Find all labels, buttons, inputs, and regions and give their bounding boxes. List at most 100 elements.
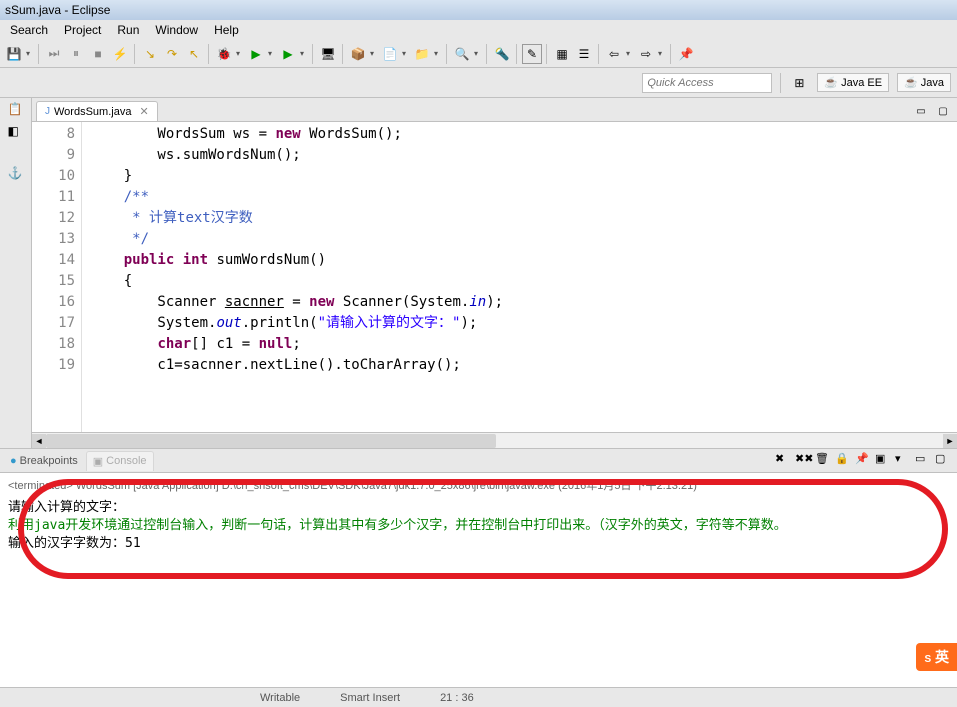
dropdown-icon[interactable]: ▾: [474, 49, 482, 58]
horizontal-scrollbar[interactable]: ◄ ►: [32, 432, 957, 448]
code-editor[interactable]: 8 9 10 11 12 13 14 15 16 17 18 19 WordsS…: [32, 122, 957, 432]
disconnect-icon[interactable]: ⚡: [110, 44, 130, 64]
breakpoint-icon: ●: [10, 455, 17, 467]
line-gutter: 8 9 10 11 12 13 14 15 16 17 18 19: [32, 122, 82, 432]
menu-project[interactable]: Project: [56, 21, 109, 39]
display-console-icon[interactable]: ▣: [875, 452, 893, 470]
tab-breakpoints[interactable]: ● Breakpoints: [4, 452, 84, 470]
line-num: 10: [32, 166, 75, 187]
package-explorer-icon[interactable]: 📋: [8, 102, 24, 118]
menu-search[interactable]: Search: [2, 21, 56, 39]
new-folder-icon[interactable]: 📁: [412, 44, 432, 64]
quick-access-input[interactable]: [642, 73, 772, 93]
editor-area: J WordsSum.java ✕ ▭ ▢ 8 9 10 11 12 13 14…: [32, 98, 957, 448]
minimize-icon[interactable]: ▭: [915, 452, 933, 470]
stop-icon[interactable]: ■: [88, 44, 108, 64]
separator: [780, 73, 781, 93]
perspective-javaee[interactable]: ☕ Java EE: [817, 73, 889, 92]
dropdown-icon[interactable]: ▾: [370, 49, 378, 58]
navigator-icon[interactable]: ◧: [8, 124, 24, 140]
debug-icon[interactable]: 🐞: [214, 44, 234, 64]
minimize-icon[interactable]: ▭: [911, 101, 931, 121]
skip-icon[interactable]: ⏭: [44, 44, 64, 64]
status-writable: Writable: [240, 692, 320, 704]
outline-icon[interactable]: ▦: [552, 44, 572, 64]
scroll-thumb[interactable]: [46, 434, 496, 448]
separator: [312, 44, 314, 64]
console-line-input: 利用java开发环境通过控制台输入，判断一句话，计算出其中有多少个汉字，并在控制…: [8, 517, 949, 535]
main-toolbar: 💾 ▾ ⏭ ⏸ ■ ⚡ ↘ ↷ ↖ 🐞 ▾ ▶ ▾ ▶ ▾ 🖥 📦 ▾ 📄 ▾ …: [0, 40, 957, 68]
search-icon[interactable]: 🔦: [492, 44, 512, 64]
step-over-icon[interactable]: ↷: [162, 44, 182, 64]
line-num: 8: [32, 124, 75, 145]
remove-all-icon[interactable]: ✖✖: [795, 452, 813, 470]
window-title: sSum.java - Eclipse: [5, 3, 110, 17]
line-num: 12: [32, 208, 75, 229]
main-area: 📋 ◧ ⚓ J WordsSum.java ✕ ▭ ▢ 8 9 10 11 12: [0, 98, 957, 448]
editor-tab-wordssum[interactable]: J WordsSum.java ✕: [36, 101, 158, 121]
save-icon[interactable]: 💾: [4, 44, 24, 64]
status-position: 21 : 36: [420, 692, 494, 704]
dropdown-icon[interactable]: ▾: [300, 49, 308, 58]
menu-help[interactable]: Help: [206, 21, 247, 39]
tab-console[interactable]: ▣ Console: [86, 451, 154, 471]
left-sidebar: 📋 ◧ ⚓: [0, 98, 32, 448]
new-package-icon[interactable]: 📦: [348, 44, 368, 64]
pin-icon[interactable]: 📌: [676, 44, 696, 64]
line-num: 16: [32, 292, 75, 313]
separator: [208, 44, 210, 64]
line-num: 15: [32, 271, 75, 292]
dropdown-icon[interactable]: ▾: [402, 49, 410, 58]
close-icon[interactable]: ✕: [139, 105, 148, 118]
dropdown-icon[interactable]: ▾: [658, 49, 666, 58]
maximize-icon[interactable]: ▢: [933, 101, 953, 121]
dropdown-icon[interactable]: ▾: [434, 49, 442, 58]
pause-icon[interactable]: ⏸: [66, 44, 86, 64]
dropdown-icon[interactable]: ▾: [626, 49, 634, 58]
scroll-left-icon[interactable]: ◄: [32, 434, 46, 448]
console-output[interactable]: 请输入计算的文字： 利用java开发环境通过控制台输入，判断一句话，计算出其中有…: [0, 497, 957, 555]
dropdown-icon[interactable]: ▾: [236, 49, 244, 58]
scroll-lock-icon[interactable]: 🔒: [835, 452, 853, 470]
run-icon[interactable]: ▶: [246, 44, 266, 64]
console-toolbar: ✖ ✖✖ 🗑 🔒 📌 ▣ ▾ ▭ ▢: [775, 452, 953, 470]
line-num: 13: [32, 229, 75, 250]
line-num: 17: [32, 313, 75, 334]
javaee-icon: ☕: [824, 76, 838, 89]
clear-icon[interactable]: 🗑: [815, 452, 833, 470]
remove-launch-icon[interactable]: ✖: [775, 452, 793, 470]
code-content[interactable]: WordsSum ws = new WordsSum(); ws.sumWord…: [82, 122, 957, 432]
pin-console-icon[interactable]: 📌: [855, 452, 873, 470]
tasks-icon[interactable]: ☰: [574, 44, 594, 64]
step-return-icon[interactable]: ↖: [184, 44, 204, 64]
nav-icon[interactable]: ⇦: [604, 44, 624, 64]
hierarchy-icon[interactable]: ⚓: [8, 166, 24, 182]
separator: [486, 44, 488, 64]
maximize-icon[interactable]: ▢: [935, 452, 953, 470]
open-perspective-icon[interactable]: ⊞: [789, 73, 809, 93]
menu-run[interactable]: Run: [109, 21, 147, 39]
scroll-right-icon[interactable]: ►: [943, 434, 957, 448]
line-num: 18: [32, 334, 75, 355]
new-server-icon[interactable]: 🖥: [318, 44, 338, 64]
dropdown-icon[interactable]: ▾: [268, 49, 276, 58]
step-into-icon[interactable]: ↘: [140, 44, 160, 64]
open-type-icon[interactable]: 🔍: [452, 44, 472, 64]
nav-icon[interactable]: ⇨: [636, 44, 656, 64]
perspective-java[interactable]: ☕ Java: [897, 73, 951, 92]
toggle-mark-icon[interactable]: ✎: [522, 44, 542, 64]
menu-window[interactable]: Window: [147, 21, 206, 39]
separator: [134, 44, 136, 64]
new-class-icon[interactable]: 📄: [380, 44, 400, 64]
status-insert: Smart Insert: [320, 692, 420, 704]
run-last-icon[interactable]: ▶: [278, 44, 298, 64]
open-console-icon[interactable]: ▾: [895, 452, 913, 470]
bottom-tabs: ● Breakpoints ▣ Console ✖ ✖✖ 🗑 🔒 📌 ▣ ▾ ▭…: [0, 449, 957, 473]
line-num: 9: [32, 145, 75, 166]
ime-badge[interactable]: S 英: [916, 643, 957, 671]
line-num: 14: [32, 250, 75, 271]
status-bar: Writable Smart Insert 21 : 36: [0, 687, 957, 707]
menu-bar: Search Project Run Window Help: [0, 20, 957, 40]
console-line: 输入的汉字字数为：51: [8, 535, 949, 553]
dropdown-icon[interactable]: ▾: [26, 49, 34, 58]
